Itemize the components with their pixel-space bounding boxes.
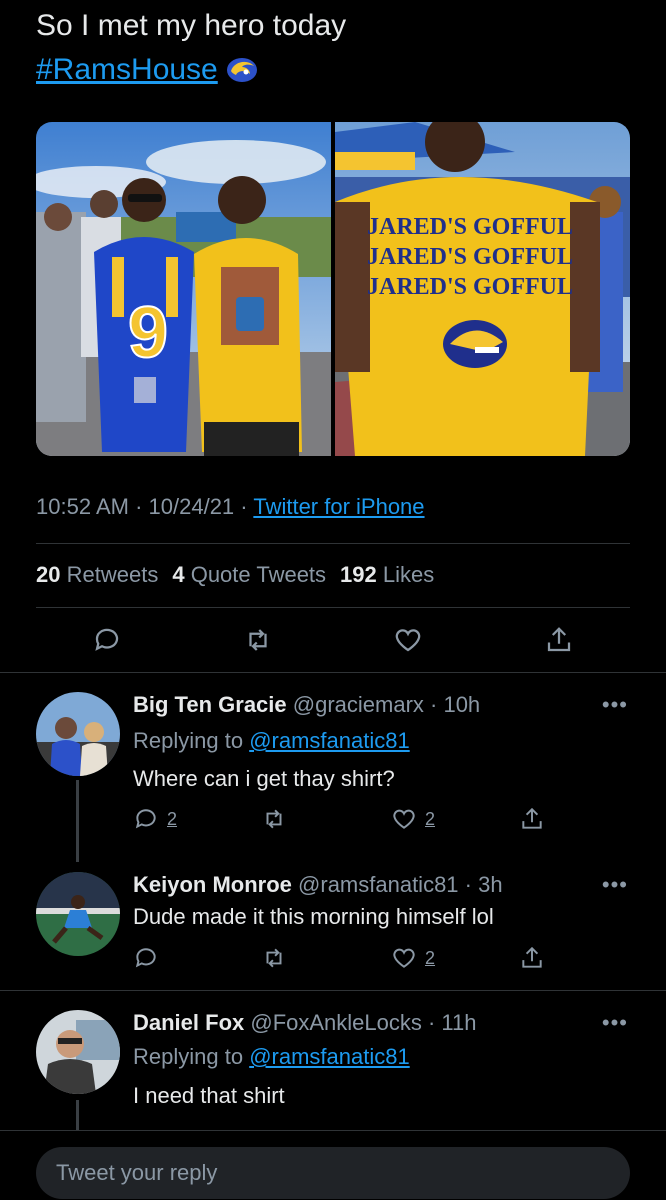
more-icon[interactable]: ••• [602,872,628,898]
source-link[interactable]: Twitter for iPhone [253,494,424,519]
like-icon[interactable]: 2 [391,806,435,832]
tweet-text: So I met my hero today #RamsHouse [36,4,346,96]
replying-to-link[interactable]: @ramsfanatic81 [249,728,410,753]
tweet-date: 10/24/21 [148,494,235,519]
reply-text: Where can i get thay shirt? [133,766,395,791]
rams-logo-icon [226,52,258,96]
avatar[interactable] [36,872,120,956]
tweet-actions [36,622,630,662]
divider [36,543,630,544]
replying-to: Replying to @ramsfanatic81 [133,1044,410,1069]
shirt-line-3: JARED'S GOFFUL [367,274,573,300]
photo-right[interactable]: JARED'S GOFFUL JARED'S GOFFUL JARED'S GO… [335,122,630,456]
tweet-time: 10:52 AM [36,494,129,519]
reply-header: Daniel Fox @FoxAnkleLocks · 11h [133,1010,477,1036]
hashtag-link[interactable]: #RamsHouse [36,53,218,86]
reply-icon[interactable] [133,945,159,971]
jersey-number: 9 [128,293,168,373]
share-icon[interactable] [544,625,574,660]
reply-header: Keiyon Monroe @ramsfanatic81 · 3h [133,872,503,898]
tweet-line: So I met my hero today [36,9,347,42]
reply-input[interactable]: Tweet your reply [36,1147,630,1199]
tweet-meta: 10:52 AM · 10/24/21 · Twitter for iPhone [36,494,425,520]
like-icon[interactable] [393,625,423,660]
replying-to: Replying to @ramsfanatic81 [133,728,410,753]
retweets-stat[interactable]: 20 Retweets [36,562,158,588]
retweet-icon[interactable] [243,625,273,660]
meta-sep: · [135,494,143,519]
photo-left[interactable]: 9 [36,122,331,456]
more-icon[interactable]: ••• [602,692,628,718]
replying-to-link[interactable]: @ramsfanatic81 [249,1044,410,1069]
divider [36,607,630,608]
reply-author-name[interactable]: Big Ten Gracie [133,692,287,717]
reply-author-handle: @FoxAnkleLocks · 11h [250,1010,477,1035]
reply-composer: Tweet your reply [0,1130,666,1200]
reply-author-handle: @graciemarx · 10h [292,692,481,717]
like-icon[interactable]: 2 [391,945,435,971]
reply-author-name[interactable]: Keiyon Monroe [133,872,292,897]
like-count: 2 [425,808,436,829]
reply-author-name[interactable]: Daniel Fox [133,1010,244,1035]
share-icon[interactable] [519,945,545,971]
tweet-stats: 20 Retweets 4 Quote Tweets 192 Likes [36,562,434,588]
avatar[interactable] [36,692,120,776]
reply-actions: 2 [133,945,553,975]
retweet-icon[interactable] [261,945,287,971]
likes-stat[interactable]: 192 Likes [340,562,434,588]
meta-sep: · [240,494,248,519]
thread-line [76,780,79,862]
retweet-icon[interactable] [261,806,287,832]
reply-count: 2 [167,808,178,829]
avatar[interactable] [36,1010,120,1094]
share-icon[interactable] [519,806,545,832]
reply-text: Dude made it this morning himself lol [133,904,494,929]
reply-icon[interactable]: 2 [133,806,177,832]
reply-actions: 2 2 [133,806,553,836]
reply-author-handle: @ramsfanatic81 · 3h [298,872,503,897]
divider [0,990,666,991]
shirt-line-1: JARED'S GOFFUL [367,214,573,240]
media-grid[interactable]: 9 JARED'S GOFFUL JARED'S GOFFUL JARED'S … [36,122,630,456]
divider [0,672,666,673]
quotes-stat[interactable]: 4 Quote Tweets [172,562,326,588]
more-icon[interactable]: ••• [602,1010,628,1036]
shirt-line-2: JARED'S GOFFUL [367,244,573,270]
reply-icon[interactable] [92,625,122,660]
reply-text: I need that shirt [133,1083,285,1108]
like-count: 2 [425,947,436,968]
reply-header: Big Ten Gracie @graciemarx · 10h [133,692,480,718]
